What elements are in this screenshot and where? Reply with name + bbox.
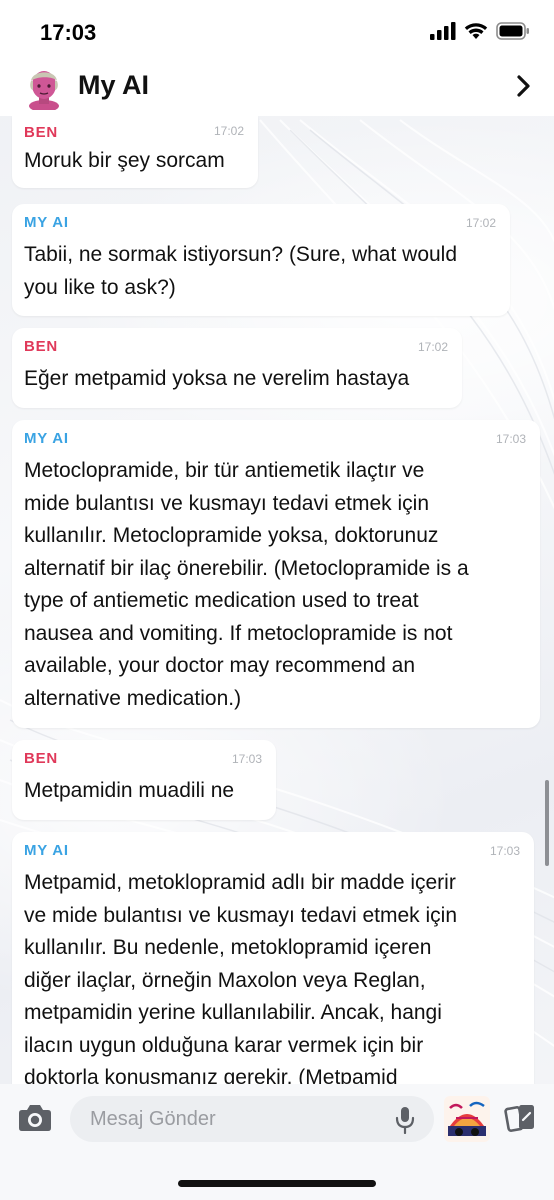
cards-icon [504, 1105, 534, 1132]
chat-title[interactable]: My AI [78, 70, 149, 101]
microphone-icon [395, 1107, 415, 1135]
message-bubble: MY AI 17:02 Tabii, ne sormak istiyorsun?… [12, 204, 510, 316]
message-time: 17:03 [489, 844, 520, 858]
message-line: kullanılır. Metoclopramide yoksa, doktor… [24, 524, 439, 547]
wifi-icon [464, 23, 488, 39]
message-sender: BEN [24, 338, 59, 355]
battery-icon [496, 22, 529, 40]
message-line: available, your doctor may recommend an [24, 654, 416, 677]
signal-icon [430, 22, 456, 40]
chevron-right-icon[interactable] [516, 74, 532, 103]
camera-icon [19, 1105, 51, 1131]
message-line: nausea and vomiting. If metoclopramide i… [24, 621, 453, 645]
message-sender: MY AI [24, 842, 69, 859]
message-line: Metpamid, metoklopramid adlı bir madde i… [24, 871, 456, 894]
message-line: mide bulantısı ve kusmayı tedavi etmek i… [24, 491, 430, 515]
message-time: 17:03 [231, 752, 262, 766]
message-time: 17:03 [495, 432, 526, 446]
message-sender: MY AI [24, 214, 69, 231]
message-bubble: MY AI 17:03 Metpamid, metoklopramid adlı… [12, 832, 534, 1084]
message-line: Tabii, ne sormak istiyorsun? (Sure, what… [24, 243, 458, 266]
avatar-icon [29, 71, 59, 112]
message-bubble: MY AI 17:03 Metoclopramide, bir tür anti… [12, 420, 540, 728]
microphone-button[interactable] [394, 1106, 416, 1139]
chat-scrollbar[interactable] [545, 780, 549, 866]
chat-header: My AI [0, 58, 554, 116]
message-line: ilacın uygun olduğuna karar vermek için … [24, 1033, 424, 1057]
message-text: Moruk bir şey sorcam [24, 145, 246, 178]
message-text: Metpamidin muadili ne [24, 775, 264, 808]
bitmoji-button[interactable] [444, 1096, 490, 1142]
message-line: diğer ilaçlar, örneğin Maxolon veya Regl… [24, 968, 426, 992]
status-time: 17:03 [40, 20, 97, 45]
status-icons [430, 22, 530, 40]
message-line: kullanılır. Bu nedenle, metoklopramid iç… [24, 936, 432, 959]
cards-button[interactable] [504, 1102, 538, 1139]
message-line: ve mide bulantısı ve kusmayı tedavi etme… [24, 903, 458, 927]
message-time: 17:02 [417, 340, 448, 354]
home-indicator [178, 1180, 376, 1187]
message-line: Metpamidin muadili ne [24, 779, 235, 802]
my-ai-avatar[interactable] [24, 66, 64, 112]
message-line: doktorla konuşmanız gerekir. (Metpamid [24, 1066, 398, 1084]
message-text: Metpamid, metoklopramid adlı bir madde i… [24, 867, 522, 1084]
message-input-placeholder: Mesaj Gönder [90, 1108, 216, 1130]
message-bubble: BEN 17:02 Eğer metpamid yoksa ne verelim… [12, 328, 462, 408]
message-line: Metoclopramide, bir tür antiemetik ilaçt… [24, 459, 425, 482]
message-text: Tabii, ne sormak istiyorsun? (Sure, what… [24, 239, 498, 304]
message-sender: BEN [24, 124, 59, 141]
camera-button[interactable] [16, 1101, 54, 1140]
message-bubble: BEN 17:03 Metpamidin muadili ne [12, 740, 276, 820]
message-text: Eğer metpamid yoksa ne verelim hastaya [24, 363, 450, 396]
message-text: Metoclopramide, bir tür antiemetik ilaçt… [24, 455, 528, 715]
message-line: Moruk bir şey sorcam [24, 149, 225, 172]
message-line: metpamidin yerine kullanılabilir. Ancak,… [24, 1001, 442, 1024]
message-line: alternative medication.) [24, 686, 242, 710]
message-list[interactable]: BEN 17:02 Moruk bir şey sorcam MY AI 17:… [0, 116, 554, 1084]
message-time: 17:02 [465, 216, 496, 230]
message-time: 17:02 [213, 124, 244, 138]
message-line: you like to ask?) [24, 275, 176, 299]
message-line: Eğer metpamid yoksa ne verelim hastaya [24, 367, 410, 390]
message-line: type of antiemetic medication used to tr… [24, 589, 419, 612]
message-line: alternatif bir ilaç önerebilir. (Metoclo… [24, 556, 469, 580]
bitmoji-icon [444, 1096, 490, 1142]
message-input[interactable]: Mesaj Gönder [70, 1096, 434, 1142]
status-bar: 17:03 [0, 0, 554, 62]
message-bubble: BEN 17:02 Moruk bir şey sorcam [12, 116, 258, 188]
message-sender: BEN [24, 750, 59, 767]
message-sender: MY AI [24, 430, 69, 447]
